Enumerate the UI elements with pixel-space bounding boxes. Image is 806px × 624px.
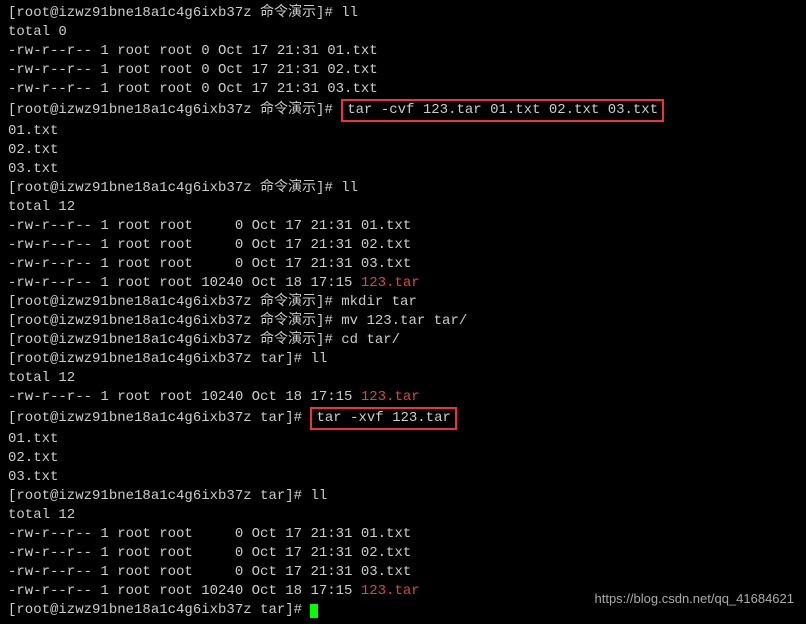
file-meta: -rw-r--r-- 1 root root 10240 Oct 18 17:1… <box>8 275 361 291</box>
output-line: 03.txt <box>8 468 798 487</box>
output-line: total 0 <box>8 23 798 42</box>
highlighted-command: tar -xvf 123.tar <box>310 407 456 430</box>
output-line: [root@izwz91bne18a1c4g6ixb37z 命令演示]# ll <box>8 4 798 23</box>
output-line: [root@izwz91bne18a1c4g6ixb37z 命令演示]# cd … <box>8 331 798 350</box>
output-line: total 12 <box>8 506 798 525</box>
tar-filename: 123.tar <box>361 275 420 291</box>
output-line: -rw-r--r-- 1 root root 0 Oct 17 21:31 03… <box>8 80 798 99</box>
output-line: [root@izwz91bne18a1c4g6ixb37z tar]# ll <box>8 350 798 369</box>
command-line: [root@izwz91bne18a1c4g6ixb37z 命令演示]# tar… <box>8 99 798 122</box>
output-line: [root@izwz91bne18a1c4g6ixb37z 命令演示]# mkd… <box>8 293 798 312</box>
highlighted-command: tar -cvf 123.tar 01.txt 02.txt 03.txt <box>341 99 664 122</box>
output-line: 01.txt <box>8 430 798 449</box>
output-line: -rw-r--r-- 1 root root 0 Oct 17 21:31 01… <box>8 217 798 236</box>
output-line: total 12 <box>8 198 798 217</box>
output-line: [root@izwz91bne18a1c4g6ixb37z 命令演示]# ll <box>8 179 798 198</box>
shell-prompt: [root@izwz91bne18a1c4g6ixb37z 命令演示]# <box>8 102 341 118</box>
output-line: -rw-r--r-- 1 root root 0 Oct 17 21:31 03… <box>8 563 798 582</box>
command-line: [root@izwz91bne18a1c4g6ixb37z tar]# tar … <box>8 407 798 430</box>
output-line: -rw-r--r-- 1 root root 0 Oct 17 21:31 01… <box>8 525 798 544</box>
file-meta: -rw-r--r-- 1 root root 10240 Oct 18 17:1… <box>8 583 361 599</box>
output-line: [root@izwz91bne18a1c4g6ixb37z tar]# ll <box>8 487 798 506</box>
shell-prompt: [root@izwz91bne18a1c4g6ixb37z tar]# <box>8 410 310 426</box>
output-line: -rw-r--r-- 1 root root 0 Oct 17 21:31 02… <box>8 61 798 80</box>
output-line: 01.txt <box>8 122 798 141</box>
output-line: 02.txt <box>8 141 798 160</box>
terminal-output[interactable]: [root@izwz91bne18a1c4g6ixb37z 命令演示]# ll … <box>0 0 806 624</box>
watermark-text: https://blog.csdn.net/qq_41684621 <box>595 589 795 608</box>
output-line: -rw-r--r-- 1 root root 10240 Oct 18 17:1… <box>8 388 798 407</box>
file-meta: -rw-r--r-- 1 root root 10240 Oct 18 17:1… <box>8 389 361 405</box>
tar-filename: 123.tar <box>361 389 420 405</box>
output-line: [root@izwz91bne18a1c4g6ixb37z 命令演示]# mv … <box>8 312 798 331</box>
output-line: -rw-r--r-- 1 root root 0 Oct 17 21:31 02… <box>8 236 798 255</box>
output-line: -rw-r--r-- 1 root root 0 Oct 17 21:31 01… <box>8 42 798 61</box>
output-line: 02.txt <box>8 449 798 468</box>
output-line: 03.txt <box>8 160 798 179</box>
output-line: -rw-r--r-- 1 root root 0 Oct 17 21:31 03… <box>8 255 798 274</box>
output-line: -rw-r--r-- 1 root root 10240 Oct 18 17:1… <box>8 274 798 293</box>
tar-filename: 123.tar <box>361 583 420 599</box>
output-line: -rw-r--r-- 1 root root 0 Oct 17 21:31 02… <box>8 544 798 563</box>
output-line: total 12 <box>8 369 798 388</box>
